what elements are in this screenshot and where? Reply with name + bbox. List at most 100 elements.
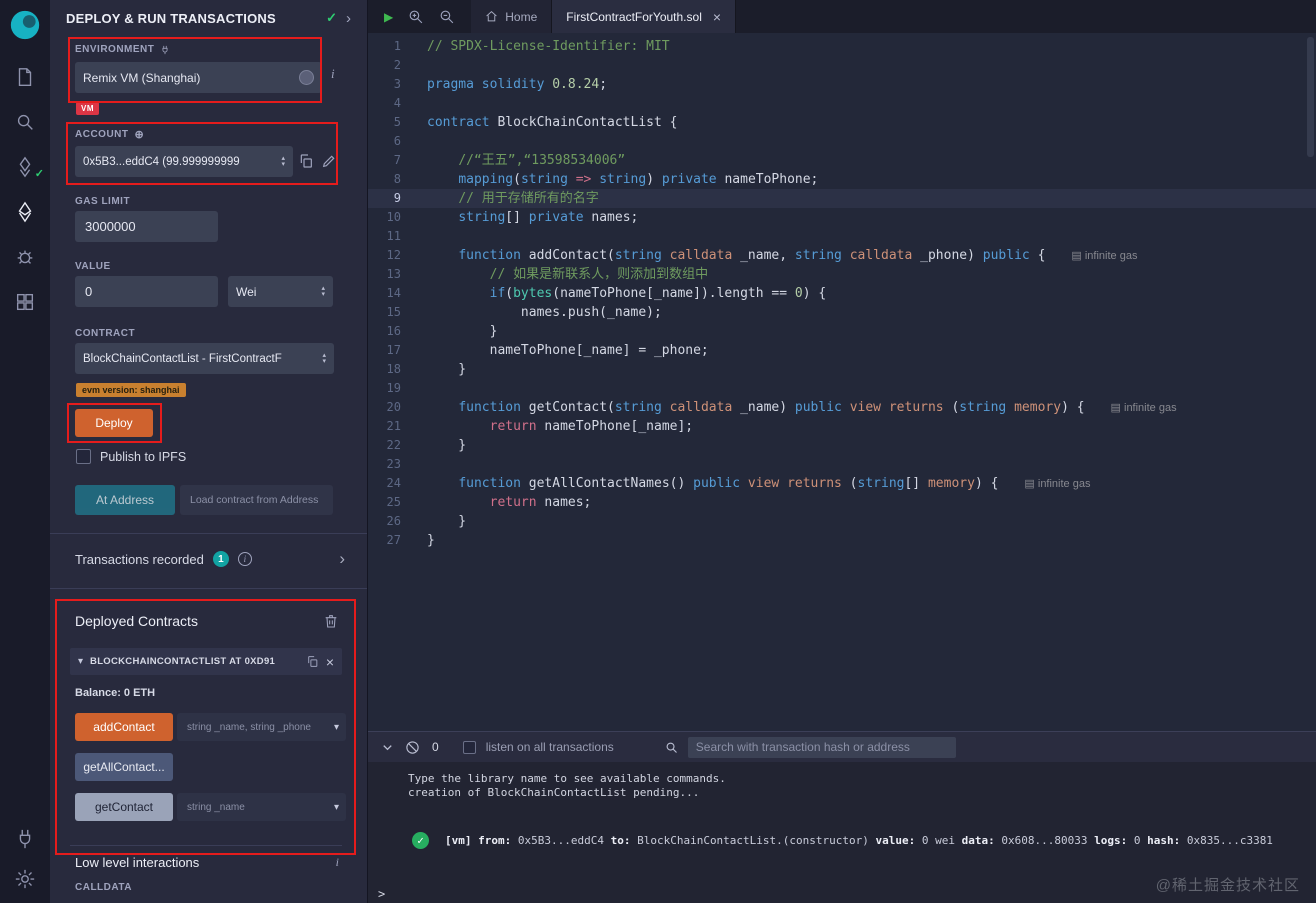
value-input[interactable] [75,276,218,307]
plugin-manager-icon[interactable] [0,279,50,324]
line-number: 24 [386,476,401,490]
low-level-info-icon[interactable]: i [336,855,339,870]
code-line[interactable]: 12 function addContact(string calldata _… [368,246,1316,265]
function-button-getallcontact[interactable]: getAllContact... [75,753,173,781]
vm-fork-icon[interactable] [299,70,314,85]
code-line[interactable]: 24 function getAllContactNames() public … [368,474,1316,493]
contract-value: BlockChainContactList - FirstContractF [83,352,282,365]
function-params-input[interactable] [177,713,346,741]
code-line[interactable]: 5 contract BlockChainContactList { [368,113,1316,132]
line-number: 14 [386,286,401,300]
debugger-icon[interactable] [0,234,50,279]
clear-deployed-trash-icon[interactable] [323,613,339,629]
code-line[interactable]: 7 //“王五”,“13598534006” [368,151,1316,170]
code-line[interactable]: 1// SPDX-License-Identifier: MIT [368,37,1316,56]
run-script-play-icon[interactable]: ▶ [384,10,393,24]
code-line[interactable]: 22 } [368,436,1316,455]
code-line[interactable]: 25 return names; [368,493,1316,512]
function-params-input[interactable] [177,793,346,821]
copy-instance-address-icon[interactable] [306,655,319,668]
code-line[interactable]: 20 function getContact(string calldata _… [368,398,1316,417]
code-line[interactable]: 11 [368,227,1316,246]
line-number: 7 [393,153,401,167]
file-explorer-icon[interactable] [0,54,50,99]
clear-console-icon[interactable] [405,740,420,755]
remove-instance-icon[interactable]: × [326,655,334,669]
code-line[interactable]: 18 } [368,360,1316,379]
editor-scrollbar[interactable] [1306,33,1316,731]
publish-ipfs-checkbox[interactable] [76,449,91,464]
function-button-addcontact[interactable]: addContact [75,713,173,741]
code-line[interactable]: 13 // 如果是新联系人，则添加到数组中 [368,265,1316,284]
gas-limit-input[interactable] [75,211,218,242]
close-tab-icon[interactable]: × [713,9,721,25]
edit-account-icon[interactable] [321,153,337,169]
scrollbar-thumb[interactable] [1307,37,1314,157]
tab-firstcontractforyouth-sol[interactable]: FirstContractForYouth.sol × [552,0,737,33]
settings-gear-icon[interactable] [0,859,50,899]
at-address-button[interactable]: At Address [75,485,175,515]
line-number: 26 [386,514,401,528]
tx-log-text: [vm] from: 0x5B3...eddC4 to: BlockChainC… [445,834,1273,847]
remixd-plug-icon[interactable] [0,819,50,859]
line-number: 20 [386,400,401,414]
contract-select[interactable]: BlockChainContactList - FirstContractF ▴… [75,343,334,374]
code-line[interactable]: 2 [368,56,1316,75]
select-stepper-icon: ▴ ▾ [322,351,326,365]
code-line[interactable]: 14 if(bytes(nameToPhone[_name]).length =… [368,284,1316,303]
code-line[interactable]: 19 [368,379,1316,398]
code-line[interactable]: 21 return nameToPhone[_name]; [368,417,1316,436]
function-button-getcontact[interactable]: getContact [75,793,173,821]
contract-functions: addContact ▾ getAllContact... getContact ▾ [75,713,346,833]
terminal-expand-icon[interactable] [380,740,395,755]
listen-all-transactions-checkbox[interactable] [462,740,476,754]
create-account-icon[interactable]: ⊕ [135,128,145,141]
copy-account-icon[interactable] [298,153,314,169]
terminal-search-icon [664,740,678,754]
at-address-input[interactable] [180,485,333,515]
terminal: 0 listen on all transactions Type the li… [368,731,1316,903]
code-line[interactable]: 15 names.push(_name); [368,303,1316,322]
code-line[interactable]: 16 } [368,322,1316,341]
code-line[interactable]: 4 [368,94,1316,113]
code-line[interactable]: 17 nameToPhone[_name] = _phone; [368,341,1316,360]
account-select[interactable]: 0x5B3...eddC4 (99.999999999 ▴ ▾ [75,146,293,177]
line-number: 13 [386,267,401,281]
code-line[interactable]: 9 // 用于存储所有的名字 [368,189,1316,208]
transactions-recorded-row[interactable]: Transactions recorded 1 i › [75,544,345,574]
terminal-body[interactable]: Type the library name to see available c… [368,762,1316,903]
code-editor[interactable]: 1// SPDX-License-Identifier: MIT 2 3 pragma… [368,33,1316,731]
transactions-info-icon[interactable]: i [237,552,252,566]
code-line[interactable]: 6 [368,132,1316,151]
value-unit-select[interactable]: Wei ▴ ▾ [228,276,333,307]
code-line[interactable]: 26 } [368,512,1316,531]
panel-chevron-icon[interactable]: › [346,10,351,27]
transaction-log-row[interactable]: ✓ [vm] from: 0x5B3...eddC4 to: BlockChai… [412,832,1316,849]
environment-info-icon[interactable]: i [331,66,335,82]
instance-collapse-icon[interactable]: ▾ [78,656,83,667]
solidity-compiler-icon[interactable]: ✓ [0,144,50,189]
main-area: ▶ Home FirstContractForYouth.sol × 1// S… [368,0,1316,903]
zoom-in-icon[interactable] [407,8,424,25]
code-line[interactable]: 23 [368,455,1316,474]
code-line[interactable]: 10 string[] private names; [368,208,1316,227]
tab-home[interactable]: Home [471,0,553,33]
code-line[interactable]: 8 mapping(string => string) private name… [368,170,1316,189]
remix-logo-icon[interactable] [8,8,42,42]
expand-params-icon[interactable]: ▾ [334,722,339,733]
contract-instance-header[interactable]: ▾ BLOCKCHAINCONTACTLIST AT 0XD91 × [70,648,342,675]
line-number: 16 [386,324,401,338]
deploy-run-icon[interactable] [0,189,50,234]
deploy-button[interactable]: Deploy [75,409,153,437]
terminal-search-input[interactable] [687,736,956,758]
environment-select[interactable]: Remix VM (Shanghai) [75,62,322,93]
terminal-prompt: > [378,887,386,901]
transactions-recorded-label: Transactions recorded [75,551,204,567]
code-line[interactable]: 27} [368,531,1316,550]
code-line[interactable]: 3 pragma solidity 0.8.24; [368,75,1316,94]
zoom-out-icon[interactable] [438,8,455,25]
transactions-chevron-icon[interactable]: › [339,549,345,569]
search-icon[interactable] [0,99,50,144]
expand-params-icon[interactable]: ▾ [334,802,339,813]
function-params-field: ▾ [177,713,346,741]
